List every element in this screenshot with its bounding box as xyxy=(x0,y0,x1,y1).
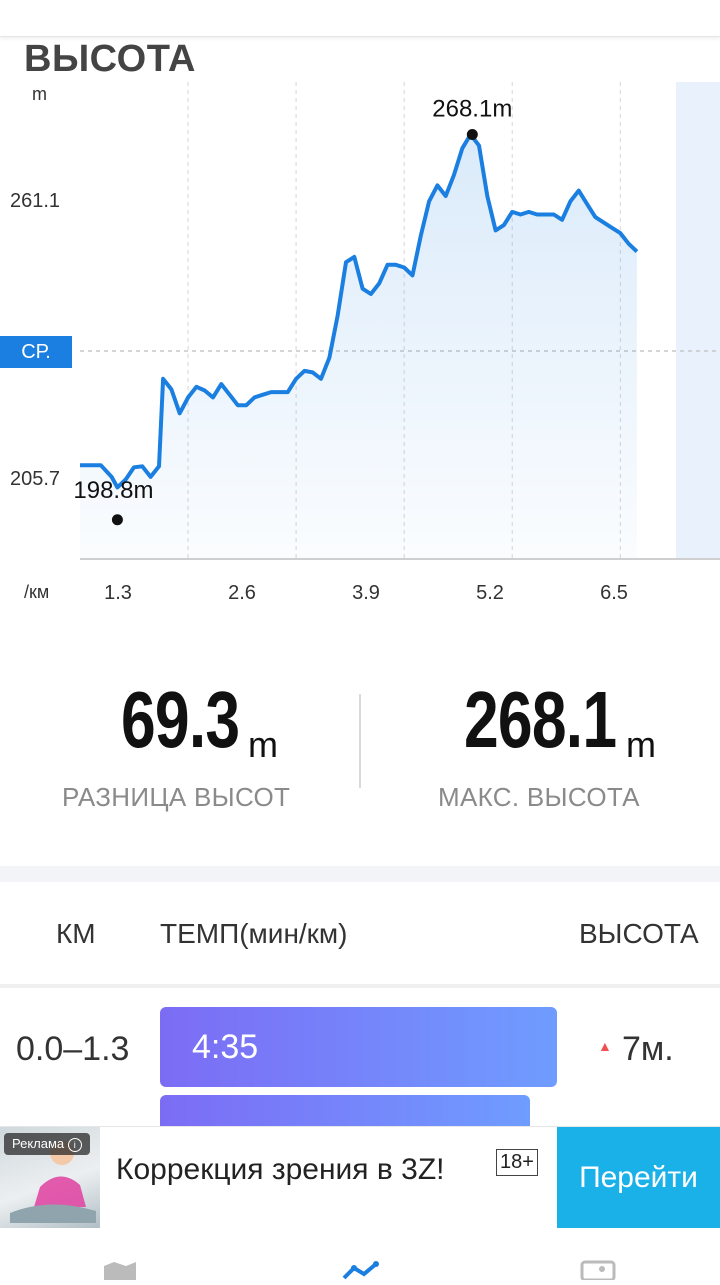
ad-headline[interactable]: Коррекция зрения в 3Z! xyxy=(116,1153,445,1187)
table-header-km: КМ xyxy=(56,918,96,949)
x-tick-label: 5.2 xyxy=(476,582,504,604)
x-axis-unit: /км xyxy=(24,582,50,602)
max-elevation-value: 268.1 xyxy=(464,675,617,764)
table-header-divider xyxy=(0,984,720,988)
table-header-pace: ТЕМП(мин/км) xyxy=(160,918,348,949)
photo-tab-icon[interactable] xyxy=(578,1260,618,1285)
elevation-diff-value: 69.3 xyxy=(121,675,240,764)
max-elevation-unit: m xyxy=(626,724,656,765)
min-point-label: 198.8m xyxy=(73,477,153,504)
chart-tab-icon[interactable] xyxy=(340,1260,384,1285)
x-tick-label: 3.9 xyxy=(352,582,380,604)
min-point-marker xyxy=(111,514,123,526)
top-bar xyxy=(0,0,720,37)
section-separator xyxy=(0,866,720,882)
table-row[interactable]: 0.0–1.3 4:35 ▲ 7м. xyxy=(0,1000,720,1094)
elevation-diff-label: РАЗНИЦА ВЫСОТ xyxy=(62,782,291,812)
elevation-chart[interactable]: 198.8m 268.1m xyxy=(0,70,720,630)
elevation-diff-unit: m xyxy=(248,724,278,765)
ad-banner[interactable]: Реклама i Коррекция зрения в 3Z! 18+ Пер… xyxy=(0,1126,720,1229)
row-km-range: 0.0–1.3 xyxy=(16,1030,130,1068)
max-point-label: 268.1m xyxy=(432,95,512,122)
pace-bar: 4:35 xyxy=(160,1007,557,1087)
table-header-altitude: ВЫСОТА xyxy=(579,918,699,949)
elevation-area xyxy=(80,134,637,559)
max-point-marker xyxy=(466,128,478,140)
map-tab-icon[interactable] xyxy=(100,1260,140,1285)
info-icon[interactable]: i xyxy=(67,1138,82,1152)
x-tick-label: 6.5 xyxy=(600,582,628,604)
ad-go-button[interactable]: Перейти xyxy=(557,1127,720,1229)
ad-label-text: Реклама xyxy=(12,1136,65,1151)
ad-age-rating: 18+ xyxy=(496,1149,538,1176)
x-tick-label: 2.6 xyxy=(228,582,256,604)
max-elevation-label: МАКС. ВЫСОТА xyxy=(438,782,640,812)
ad-label-badge: Реклама i xyxy=(4,1133,90,1155)
row-altitude-change: 7м. xyxy=(622,1030,674,1068)
stats-divider xyxy=(359,694,361,788)
elevation-gain-up-icon: ▲ xyxy=(598,1038,612,1054)
chart-highlight-band xyxy=(676,82,720,560)
bottom-navigation xyxy=(0,1228,720,1282)
x-tick-label: 1.3 xyxy=(104,582,132,604)
